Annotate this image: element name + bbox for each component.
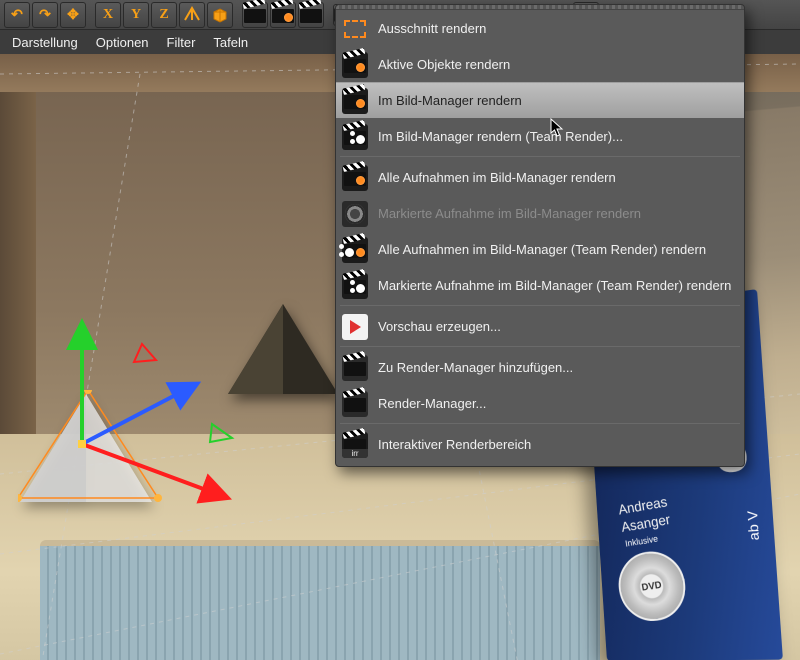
pyramid-dark: [228, 304, 338, 394]
menu-options[interactable]: Optionen: [96, 35, 149, 50]
menu-item-7[interactable]: Alle Aufnahmen im Bild-Manager (Team Ren…: [336, 231, 744, 267]
menu-item-6: Markierte Aufnahme im Bild-Manager rende…: [336, 195, 744, 231]
menu-item-1[interactable]: Aktive Objekte rendern: [336, 46, 744, 82]
menu-item-label: Aktive Objekte rendern: [378, 57, 510, 72]
menu-item-label: Interaktiver Renderbereich: [378, 437, 531, 452]
menu-item-label: Zu Render-Manager hinzufügen...: [378, 360, 573, 375]
menu-item-label: Im Bild-Manager rendern: [378, 93, 522, 108]
axis-x-button[interactable]: X: [95, 2, 121, 28]
menu-item-label: Alle Aufnahmen im Bild-Manager (Team Ren…: [378, 242, 706, 257]
menu-item-label: Markierte Aufnahme im Bild-Manager rende…: [378, 206, 641, 221]
render-view-button[interactable]: [242, 2, 268, 28]
render-settings-button[interactable]: [298, 2, 324, 28]
menu-item-12[interactable]: Zu Render-Manager hinzufügen...: [336, 349, 744, 385]
menu-item-label: Render-Manager...: [378, 396, 486, 411]
redo-button[interactable]: ↷: [32, 2, 58, 28]
move-button[interactable]: ✥: [60, 2, 86, 28]
menu-item-8[interactable]: Markierte Aufnahme im Bild-Manager (Team…: [336, 267, 744, 303]
menu-item-label: Markierte Aufnahme im Bild-Manager (Team…: [378, 278, 731, 293]
menu-display[interactable]: Darstellung: [12, 35, 78, 50]
dvd-icon: DVD: [614, 547, 691, 625]
menu-item-5[interactable]: Alle Aufnahmen im Bild-Manager rendern: [336, 159, 744, 195]
cube-button[interactable]: [207, 2, 233, 28]
render-picture-button[interactable]: [270, 2, 296, 28]
menu-item-10[interactable]: Vorschau erzeugen...: [336, 308, 744, 344]
menu-panels[interactable]: Tafeln: [213, 35, 248, 50]
menu-item-label: Im Bild-Manager rendern (Team Render)...: [378, 129, 623, 144]
menu-item-13[interactable]: Render-Manager...: [336, 385, 744, 421]
menu-item-15[interactable]: irrInteraktiver Renderbereich: [336, 426, 744, 462]
menu-filter[interactable]: Filter: [167, 35, 196, 50]
axis-y-button[interactable]: Y: [123, 2, 149, 28]
menu-item-label: Vorschau erzeugen...: [378, 319, 501, 334]
coord-button[interactable]: [179, 2, 205, 28]
menu-item-0[interactable]: Ausschnitt rendern: [336, 10, 744, 46]
menu-item-label: Ausschnitt rendern: [378, 21, 486, 36]
render-dropdown: Ausschnitt rendern Aktive Objekte rendern…: [335, 4, 745, 467]
axis-z-button[interactable]: Z: [151, 2, 177, 28]
menu-item-2[interactable]: Im Bild-Manager rendern: [336, 82, 744, 118]
menu-item-label: Alle Aufnahmen im Bild-Manager rendern: [378, 170, 616, 185]
undo-button[interactable]: ↶: [4, 2, 30, 28]
menu-item-3[interactable]: Im Bild-Manager rendern (Team Render)...: [336, 118, 744, 154]
selection-outline: [18, 390, 168, 510]
